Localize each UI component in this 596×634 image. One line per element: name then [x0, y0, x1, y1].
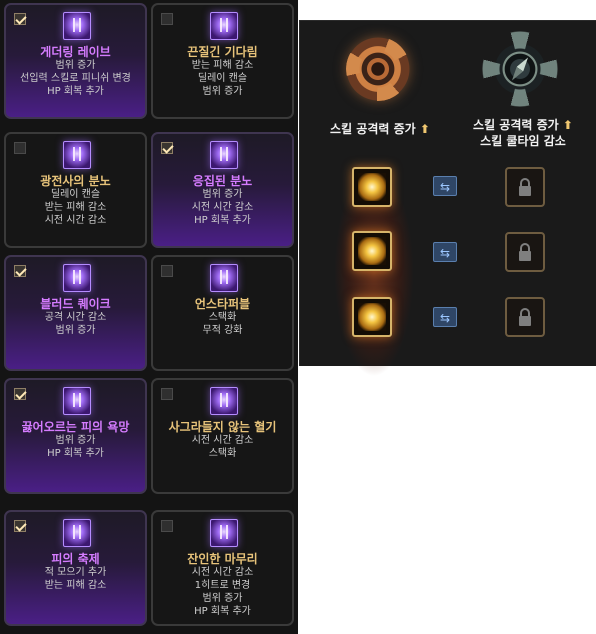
effect-line: 딜레이 캔슬	[197, 73, 248, 84]
card-effects: 딜레이 캔슬 받는 피해 감소 시전 시간 감소	[6, 188, 145, 227]
checkbox[interactable]	[161, 388, 173, 400]
effect-line: 딜레이 캔슬	[50, 189, 101, 200]
spiral-skill-icon[interactable]	[352, 231, 392, 271]
checkbox[interactable]	[14, 520, 26, 532]
card-title: 블러드 퀘이크	[40, 297, 111, 311]
effect-line: 시전 시간 감소	[191, 202, 254, 213]
card-title: 잔인한 마무리	[187, 552, 258, 566]
skill-icon	[63, 141, 91, 169]
effect-line: 받는 피해 감소	[191, 60, 254, 71]
effect-line: HP 회복 추가	[194, 215, 251, 226]
skill-card-gathering-rave[interactable]: 게더링 레이브 범위 증가 선입력 스킬로 피니쉬 변경 HP 회복 추가	[4, 3, 147, 119]
effect-line: 무적 강화	[202, 325, 243, 336]
effect-line: 시전 시간 감소	[191, 567, 254, 578]
lock-icon	[505, 167, 545, 207]
checkbox[interactable]	[161, 142, 173, 154]
left-effect-label: 스킬 공격력 증가 ⬆	[310, 121, 450, 137]
effect-line: 시전 시간 감소	[191, 435, 254, 446]
left-effect-text: 스킬 공격력 증가	[330, 122, 416, 136]
skill-tripod-panel: 게더링 레이브 범위 증가 선입력 스킬로 피니쉬 변경 HP 회복 추가 끈질…	[0, 0, 298, 634]
effect-line: 받는 피해 감소	[44, 202, 107, 213]
effect-line: 공격 시간 감소	[44, 312, 107, 323]
burst-skill-icon[interactable]	[352, 167, 392, 207]
swap-icon[interactable]: ⇆	[433, 307, 457, 327]
effect-line: 범위 증가	[55, 325, 96, 336]
skill-icon	[210, 519, 238, 547]
skill-card-blood-festival[interactable]: 피의 축제 적 모으기 추가 받는 피해 감소	[4, 510, 147, 626]
right-effect-line2: 스킬 쿨타임 감소	[480, 134, 566, 148]
card-title: 광전사의 분노	[40, 174, 111, 188]
lock-icon	[505, 297, 545, 337]
lock-icon	[505, 232, 545, 272]
card-effects: 적 모으기 추가 받는 피해 감소	[6, 566, 145, 592]
skill-icon	[210, 264, 238, 292]
card-title: 응집된 분노	[192, 174, 253, 188]
card-effects: 시전 시간 감소 스택화	[153, 434, 292, 460]
effect-line: HP 회복 추가	[47, 86, 104, 97]
effect-line: 받는 피해 감소	[44, 580, 107, 591]
checkbox[interactable]	[14, 388, 26, 400]
flame-spiral-emblem-icon	[340, 31, 416, 107]
effect-line: 스택화	[208, 312, 237, 323]
checkbox[interactable]	[14, 13, 26, 25]
skill-icon	[210, 141, 238, 169]
checkbox[interactable]	[161, 265, 173, 277]
effect-line: 시전 시간 감소	[44, 215, 107, 226]
skill-icon	[210, 387, 238, 415]
card-title: 게더링 레이브	[40, 45, 111, 59]
card-effects: 시전 시간 감소 1히트로 변경 범위 증가 HP 회복 추가	[153, 566, 292, 618]
skill-card-blood-quake[interactable]: 블러드 퀘이크 공격 시간 감소 범위 증가	[4, 255, 147, 371]
right-effect-label: 스킬 공격력 증가 ⬆ 스킬 쿨타임 감소	[450, 117, 596, 149]
effect-line: 범위 증가	[202, 86, 243, 97]
effect-line: 범위 증가	[55, 60, 96, 71]
arrow-up-icon: ⬆	[562, 118, 573, 132]
checkbox[interactable]	[14, 265, 26, 277]
card-title: 끓어오르는 피의 욕망	[21, 420, 130, 434]
card-title: 언스타퍼블	[194, 297, 251, 311]
checkbox[interactable]	[14, 142, 26, 154]
effect-line: 범위 증가	[202, 189, 243, 200]
effect-line: 선입력 스킬로 피니쉬 변경	[20, 73, 131, 84]
card-effects: 공격 시간 감소 범위 증가	[6, 311, 145, 337]
card-effects: 범위 증가 선입력 스킬로 피니쉬 변경 HP 회복 추가	[6, 59, 145, 98]
swap-icon[interactable]: ⇆	[433, 176, 457, 196]
effect-line: HP 회복 추가	[194, 606, 251, 617]
explosion-skill-icon[interactable]	[352, 297, 392, 337]
effect-line: 적 모으기 추가	[44, 567, 107, 578]
card-effects: 받는 피해 감소 딜레이 캔슬 범위 증가	[153, 59, 292, 98]
card-effects: 범위 증가 HP 회복 추가	[6, 434, 145, 460]
skill-card-cruel-finish[interactable]: 잔인한 마무리 시전 시간 감소 1히트로 변경 범위 증가 HP 회복 추가	[151, 510, 294, 626]
checkbox[interactable]	[161, 520, 173, 532]
card-title: 사그라들지 않는 혈기	[168, 420, 277, 434]
effect-line: 스택화	[208, 448, 237, 459]
skill-card-condensed-fury[interactable]: 응집된 분노 범위 증가 시전 시간 감소 HP 회복 추가	[151, 132, 294, 248]
card-effects: 범위 증가 시전 시간 감소 HP 회복 추가	[153, 188, 292, 227]
swap-icon[interactable]: ⇆	[433, 242, 457, 262]
skill-icon	[63, 519, 91, 547]
effect-line: 1히트로 변경	[194, 580, 251, 591]
effect-line: HP 회복 추가	[47, 448, 104, 459]
skill-card-unstoppable[interactable]: 언스타퍼블 스택화 무적 강화	[151, 255, 294, 371]
skill-icon	[63, 264, 91, 292]
skill-card-berserker-fury[interactable]: 광전사의 분노 딜레이 캔슬 받는 피해 감소 시전 시간 감소	[4, 132, 147, 248]
skill-card-undying-vigor[interactable]: 사그라들지 않는 혈기 시전 시간 감소 스택화	[151, 378, 294, 494]
effect-line: 범위 증가	[202, 593, 243, 604]
card-effects: 스택화 무적 강화	[153, 311, 292, 337]
effect-line: 범위 증가	[55, 435, 96, 446]
skill-icon	[63, 387, 91, 415]
card-title: 끈질긴 기다림	[187, 45, 258, 59]
right-effect-line1: 스킬 공격력 증가	[473, 118, 559, 132]
checkbox[interactable]	[161, 13, 173, 25]
card-title: 피의 축제	[51, 552, 100, 566]
skill-card-boiling-blood-lust[interactable]: 끓어오르는 피의 욕망 범위 증가 HP 회복 추가	[4, 378, 147, 494]
arrow-up-icon: ⬆	[419, 122, 430, 136]
tripod-comparison-panel: 스킬 공격력 증가 ⬆ 스킬 공격력 증가 ⬆ 스킬 쿨타임 감소 ⇆ ⇆ ⇆	[299, 20, 596, 377]
compass-emblem-icon	[482, 31, 558, 107]
skill-card-persistent-wait[interactable]: 끈질긴 기다림 받는 피해 감소 딜레이 캔슬 범위 증가	[151, 3, 294, 119]
skill-icon	[63, 12, 91, 40]
skill-icon	[210, 12, 238, 40]
